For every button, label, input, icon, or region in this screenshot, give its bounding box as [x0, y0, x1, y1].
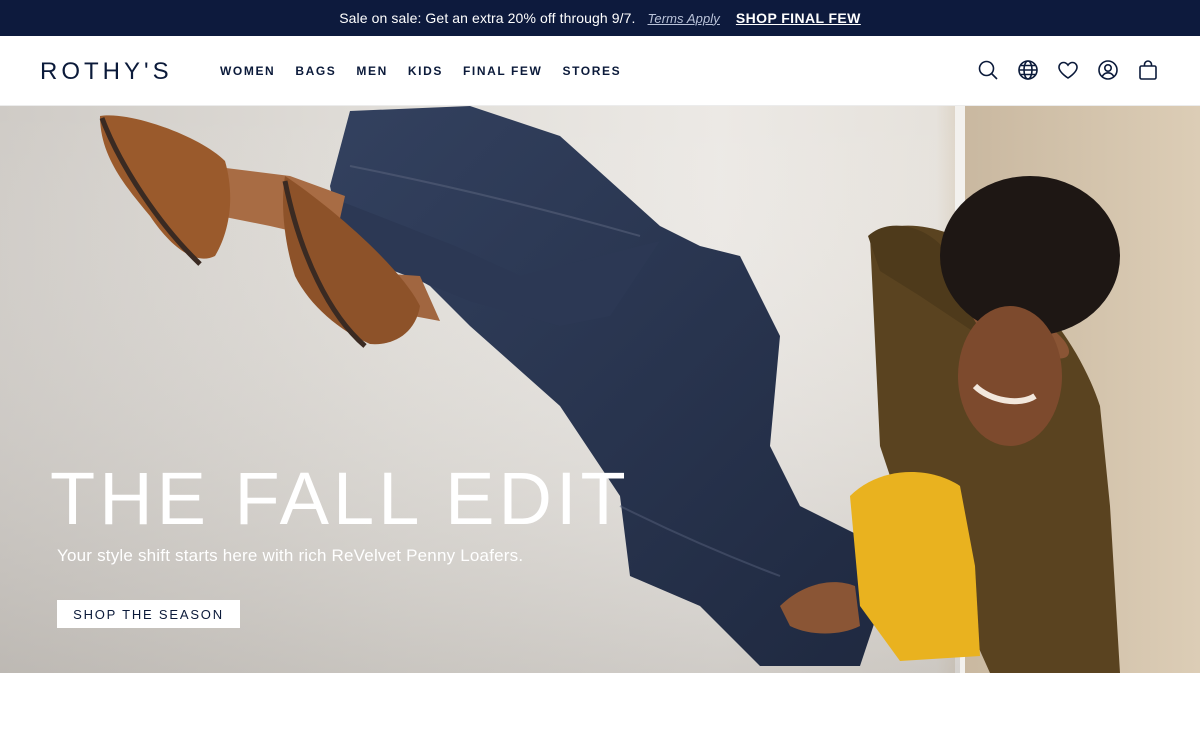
nav-kids[interactable]: KIDS	[408, 64, 443, 78]
promo-banner: Sale on sale: Get an extra 20% off throu…	[0, 0, 1200, 36]
shop-final-few-link[interactable]: SHOP FINAL FEW	[736, 10, 861, 26]
page-content-start	[0, 673, 1200, 750]
header-icons	[976, 58, 1160, 82]
main-nav: WOMEN BAGS MEN KIDS FINAL FEW STORES	[220, 64, 641, 78]
brand-logo[interactable]: ROTHY'S	[40, 58, 173, 86]
nav-stores[interactable]: STORES	[562, 64, 621, 78]
site-header: ROTHY'S WOMEN BAGS MEN KIDS FINAL FEW ST…	[0, 36, 1200, 106]
heart-icon[interactable]	[1056, 58, 1080, 82]
terms-link[interactable]: Terms Apply	[648, 11, 720, 26]
hero-title: THE FALL EDIT	[50, 457, 630, 540]
bag-icon[interactable]	[1136, 58, 1160, 82]
nav-men[interactable]: MEN	[356, 64, 387, 78]
nav-final-few[interactable]: FINAL FEW	[463, 64, 543, 78]
hero-photo	[0, 106, 1200, 673]
account-icon[interactable]	[1096, 58, 1120, 82]
nav-bags[interactable]: BAGS	[295, 64, 336, 78]
search-icon[interactable]	[976, 58, 1000, 82]
hero-subtitle: Your style shift starts here with rich R…	[57, 546, 524, 565]
hero-banner: THE FALL EDIT Your style shift starts he…	[0, 106, 1200, 673]
shop-the-season-button[interactable]: SHOP THE SEASON	[57, 600, 240, 628]
promo-text: Sale on sale: Get an extra 20% off throu…	[339, 10, 636, 26]
globe-icon[interactable]	[1016, 58, 1040, 82]
nav-women[interactable]: WOMEN	[220, 64, 275, 78]
